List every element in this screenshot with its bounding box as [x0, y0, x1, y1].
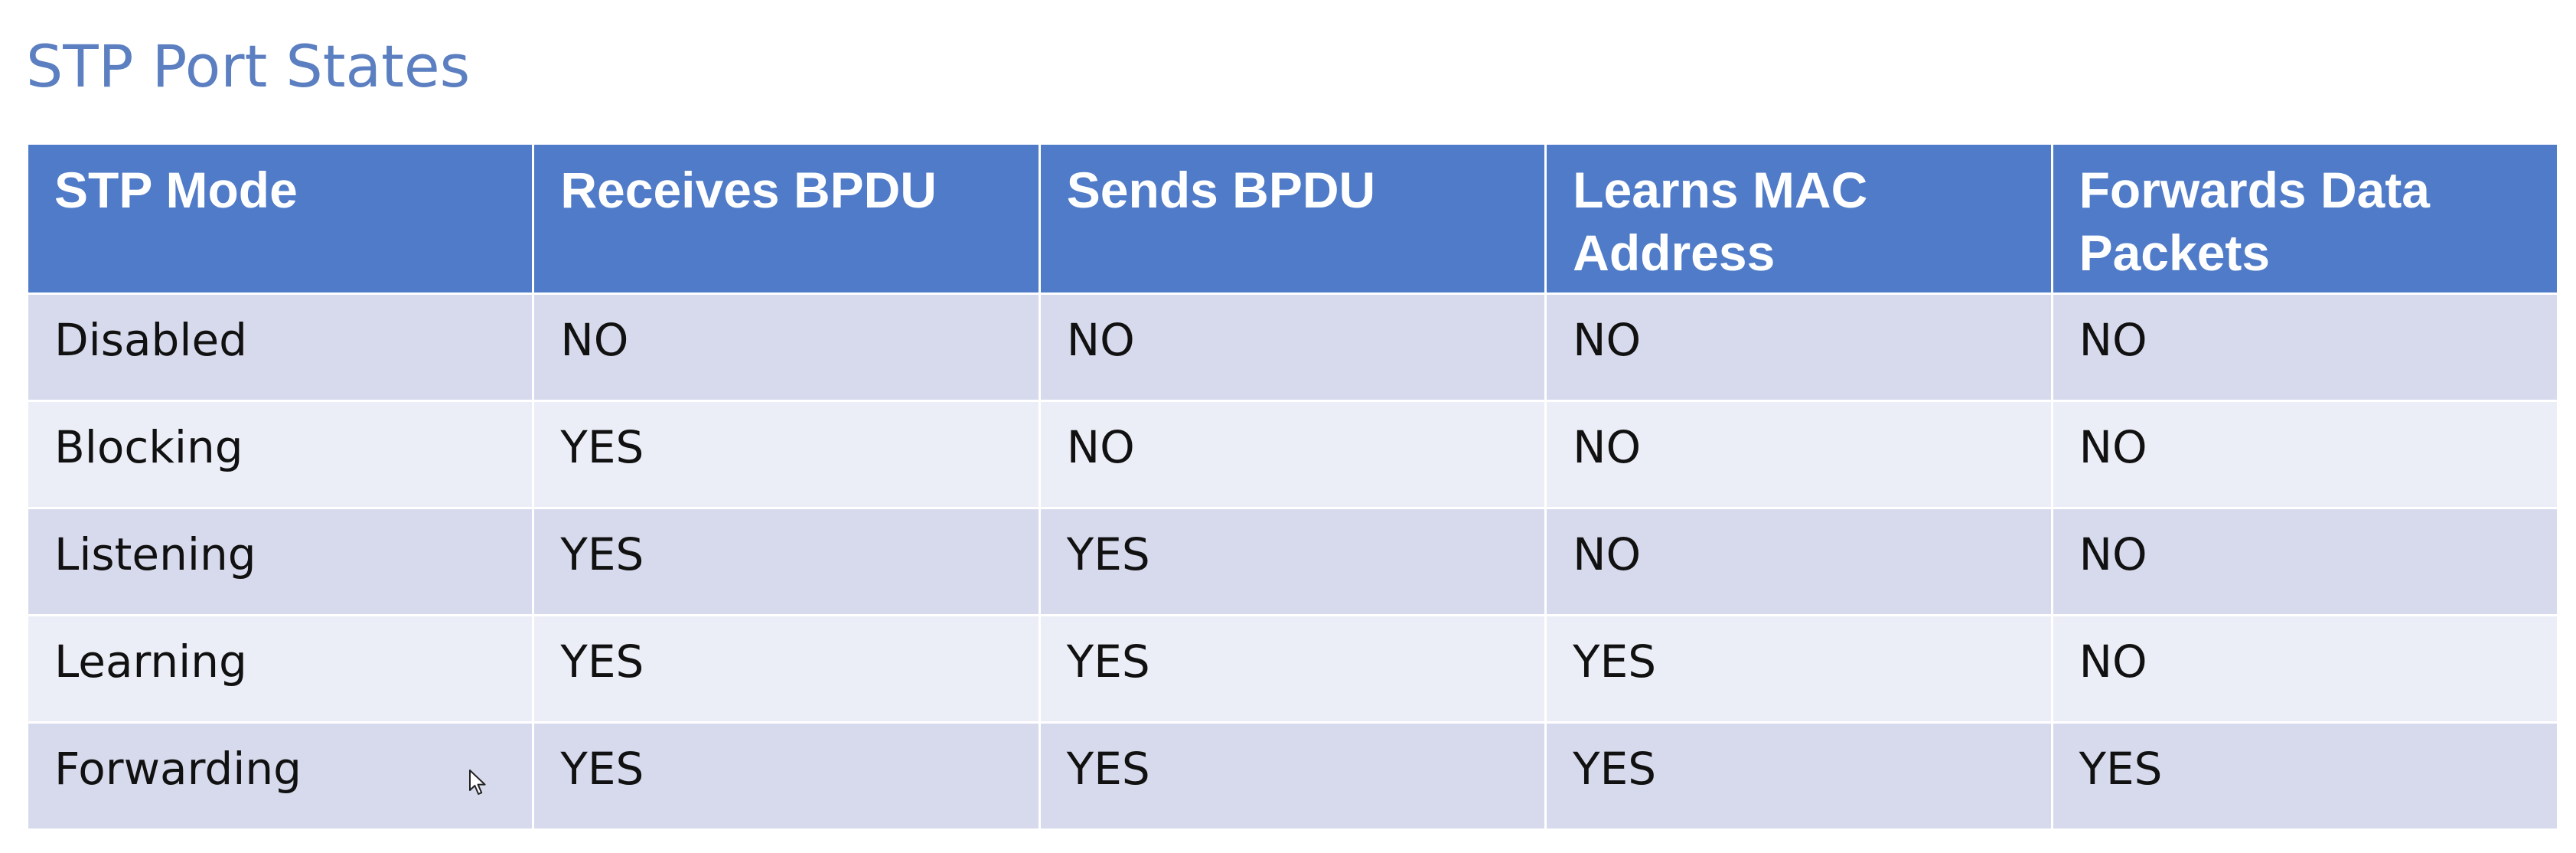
cell-forwards-data-packets: NO — [2050, 507, 2560, 616]
cell-forwards-data-packets: NO — [2050, 293, 2560, 402]
cell-sends-bpdu: YES — [1038, 721, 1547, 831]
stp-port-states-table: STP Mode Receives BPDU Sends BPDU Learns… — [25, 142, 2560, 831]
cell-learns-mac-address: YES — [1544, 614, 2053, 724]
cell-forwards-data-packets: NO — [2050, 400, 2560, 509]
header-sends-bpdu: Sends BPDU — [1038, 142, 1547, 295]
table-row: Listening YES YES NO NO — [25, 507, 2560, 616]
table-header-row: STP Mode Receives BPDU Sends BPDU Learns… — [25, 142, 2560, 295]
cell-receives-bpdu: YES — [532, 614, 1041, 724]
cell-receives-bpdu: NO — [532, 293, 1041, 402]
table-row: Disabled NO NO NO NO — [25, 293, 2560, 402]
cell-learns-mac-address: NO — [1544, 400, 2053, 509]
header-stp-mode: STP Mode — [25, 142, 535, 295]
header-forwards-data-packets: Forwards Data Packets — [2050, 142, 2560, 295]
cell-stp-mode: Disabled — [25, 293, 535, 402]
cell-stp-mode: Blocking — [25, 400, 535, 509]
cell-stp-mode: Forwarding — [25, 721, 535, 831]
cell-learns-mac-address: NO — [1544, 293, 2053, 402]
header-receives-bpdu: Receives BPDU — [532, 142, 1041, 295]
cell-stp-mode: Learning — [25, 614, 535, 724]
cell-stp-mode: Listening — [25, 507, 535, 616]
cell-forwards-data-packets: YES — [2050, 721, 2560, 831]
header-learns-mac-address: Learns MAC Address — [1544, 142, 2053, 295]
cell-learns-mac-address: YES — [1544, 721, 2053, 831]
cell-receives-bpdu: YES — [532, 507, 1041, 616]
cell-sends-bpdu: NO — [1038, 293, 1547, 402]
cell-receives-bpdu: YES — [532, 400, 1041, 509]
cell-sends-bpdu: YES — [1038, 507, 1547, 616]
mouse-pointer-icon — [469, 770, 486, 795]
cell-forwards-data-packets: NO — [2050, 614, 2560, 724]
table-row: Learning YES YES YES NO — [25, 614, 2560, 724]
cell-receives-bpdu: YES — [532, 721, 1041, 831]
table-row: Blocking YES NO NO NO — [25, 400, 2560, 509]
cell-sends-bpdu: NO — [1038, 400, 1547, 509]
cell-learns-mac-address: NO — [1544, 507, 2053, 616]
table-row: Forwarding YES YES YES YES — [25, 721, 2560, 831]
slide-title: STP Port States — [26, 32, 471, 100]
cell-sends-bpdu: YES — [1038, 614, 1547, 724]
